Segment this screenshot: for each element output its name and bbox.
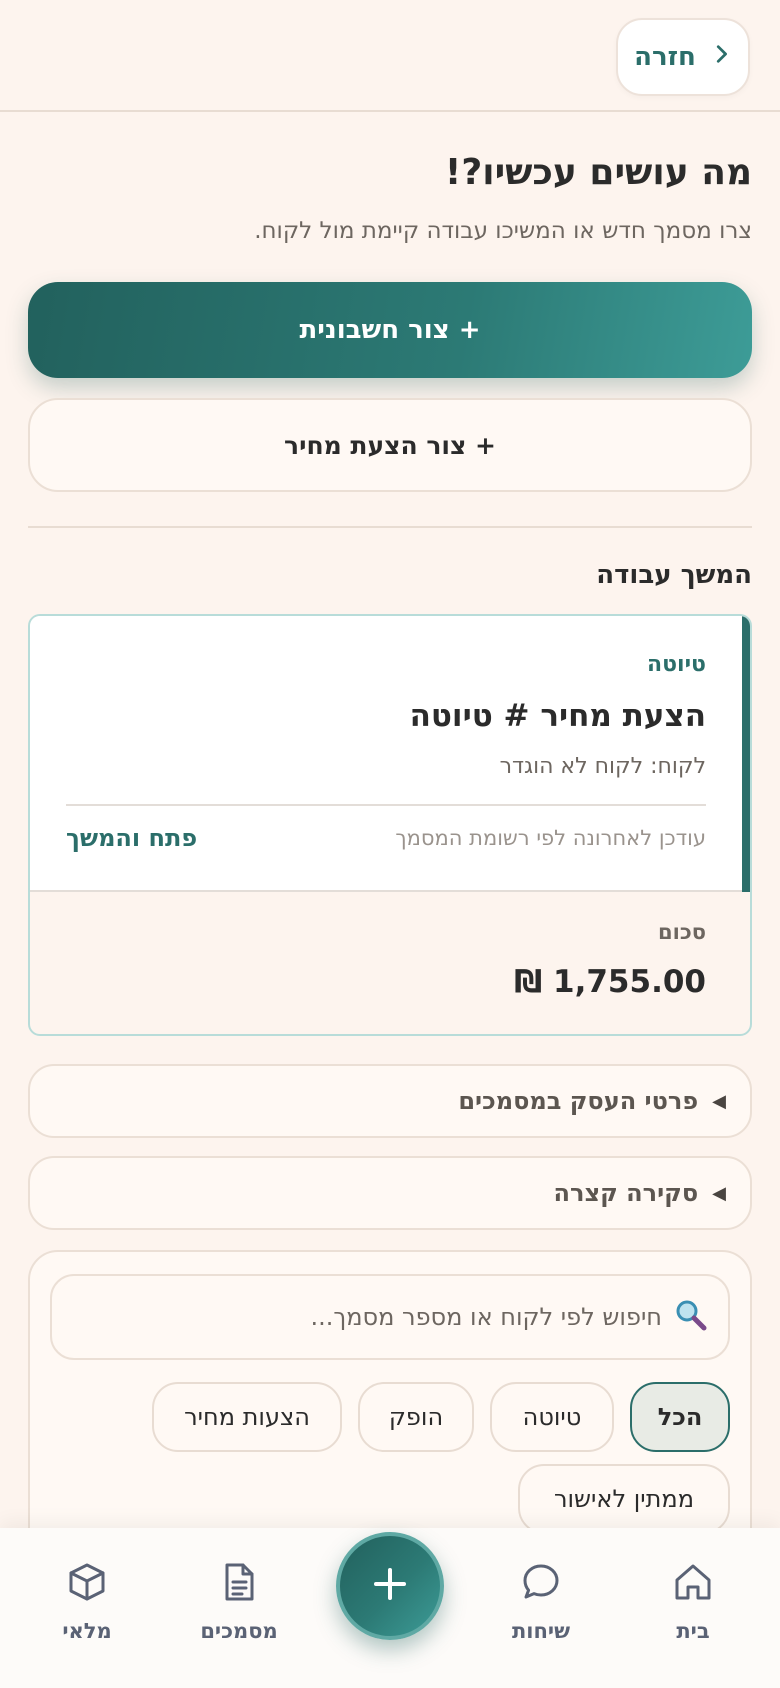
document-sum-value: ₪ 1,755.00	[514, 964, 706, 1000]
plus-icon	[370, 1564, 410, 1608]
triangle-left-icon: ◀	[712, 1182, 726, 1204]
create-quote-button[interactable]: + צור הצעת מחיר	[28, 398, 752, 492]
nav-home[interactable]: בית	[628, 1560, 758, 1670]
add-new-fab[interactable]	[336, 1532, 444, 1640]
search-input[interactable]	[102, 1303, 662, 1331]
triangle-left-icon: ◀	[712, 1090, 726, 1112]
page-subtitle: צרו מסמך חדש או המשיכו עבודה קיימת מול ל…	[254, 218, 752, 244]
magnifier-icon	[674, 1298, 708, 1336]
chat-bubble-icon	[519, 1560, 563, 1609]
document-updated-text: עודכן לאחרונה לפי רשומת המסמך	[395, 826, 706, 850]
top-bar: חזרה	[0, 0, 780, 112]
nav-home-label: בית	[676, 1619, 710, 1643]
filter-chip-all[interactable]: הכל	[630, 1382, 730, 1452]
document-client: לקוח: לקוח לא הוגדר	[499, 754, 706, 779]
chevron-right-icon	[710, 42, 732, 72]
page-title: מה עושים עכשיו?!	[444, 152, 752, 193]
home-icon	[671, 1560, 715, 1609]
box-icon	[65, 1560, 109, 1609]
nav-documents[interactable]: מסמכים	[174, 1560, 304, 1670]
nav-chats-label: שיחות	[511, 1619, 571, 1643]
document-sum-label: סכום	[658, 920, 706, 944]
document-title: הצעת מחיר # טיוטה	[409, 698, 706, 734]
section-divider	[28, 526, 752, 528]
document-accent-bar	[742, 616, 750, 892]
nav-chats[interactable]: שיחות	[476, 1560, 606, 1670]
quick-overview-label: סקירה קצרה	[553, 1179, 699, 1207]
filter-chip-issued[interactable]: הופק	[358, 1382, 474, 1452]
nav-inventory[interactable]: מלאי	[22, 1560, 152, 1670]
back-button[interactable]: חזרה	[616, 18, 750, 96]
filter-chip-pending[interactable]: ממתין לאישור	[518, 1464, 730, 1534]
draft-document-card[interactable]: טיוטה הצעת מחיר # טיוטה לקוח: לקוח לא הו…	[28, 614, 752, 1036]
document-card-divider	[66, 804, 706, 806]
document-status-badge: טיוטה	[646, 652, 706, 677]
continue-section-title: המשך עבודה	[596, 560, 752, 590]
back-button-label: חזרה	[634, 42, 696, 72]
create-invoice-button[interactable]: + צור חשבונית	[28, 282, 752, 378]
document-card-body: טיוטה הצעת מחיר # טיוטה לקוח: לקוח לא הו…	[30, 616, 750, 892]
business-details-label: פרטי העסק במסמכים	[458, 1087, 699, 1115]
quick-overview-toggle[interactable]: ◀ סקירה קצרה	[28, 1156, 752, 1230]
nav-documents-label: מסמכים	[200, 1619, 278, 1643]
search-box[interactable]	[50, 1274, 730, 1360]
open-and-continue-link[interactable]: פתח והמשך	[66, 824, 197, 852]
business-details-toggle[interactable]: ◀ פרטי העסק במסמכים	[28, 1064, 752, 1138]
filter-chip-draft[interactable]: טיוטה	[490, 1382, 614, 1452]
filter-chip-quotes[interactable]: הצעות מחיר	[152, 1382, 342, 1452]
document-icon	[217, 1560, 261, 1609]
nav-inventory-label: מלאי	[62, 1619, 112, 1643]
